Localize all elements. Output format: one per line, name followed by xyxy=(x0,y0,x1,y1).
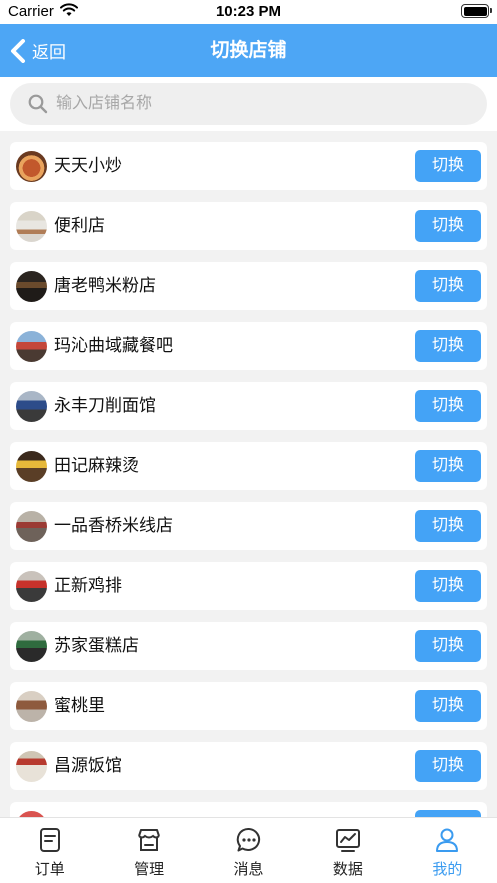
switch-store-button[interactable]: 切换 xyxy=(415,150,481,182)
store-avatar xyxy=(16,151,47,182)
store-avatar xyxy=(16,571,47,602)
store-row[interactable]: 田记麻辣烫 切换 xyxy=(10,442,487,490)
store-name: 正新鸡排 xyxy=(54,576,122,595)
switch-store-button[interactable]: 切换 xyxy=(415,210,481,242)
switch-store-button[interactable]: 切换 xyxy=(415,510,481,542)
store-avatar xyxy=(16,631,47,662)
tab-label: 数据 xyxy=(332,861,363,878)
switch-store-button[interactable]: 切换 xyxy=(415,690,481,722)
store-name: 田记麻辣烫 xyxy=(54,456,139,475)
store-row[interactable]: 昌源饭馆 切换 xyxy=(10,742,487,790)
tab-data[interactable]: 数据 xyxy=(298,818,397,883)
search-input[interactable] xyxy=(56,83,476,125)
switch-store-button[interactable]: 切换 xyxy=(415,330,481,362)
store-name: 苏家蛋糕店 xyxy=(54,636,139,655)
store-name: 便利店 xyxy=(54,216,105,235)
store-row[interactable]: 苏家蛋糕店 切换 xyxy=(10,622,487,670)
store-avatar xyxy=(16,211,47,242)
tab-label: 我的 xyxy=(432,861,463,878)
search-area xyxy=(0,77,497,131)
store-name: 蜜桃里 xyxy=(54,696,105,715)
store-name: 玛沁曲域藏餐吧 xyxy=(54,336,173,355)
switch-store-button[interactable]: 切换 xyxy=(415,630,481,662)
switch-store-button[interactable]: 切换 xyxy=(415,570,481,602)
tab-bar: 订单 管理 消息 数据 我的 xyxy=(0,817,497,883)
status-bar: Carrier 10:23 PM xyxy=(0,0,497,24)
store-row[interactable]: 天天小炒 切换 xyxy=(10,142,487,190)
store-avatar xyxy=(16,691,47,722)
store-name: 唐老鸭米粉店 xyxy=(54,276,156,295)
store-row[interactable]: 一品香桥米线店 切换 xyxy=(10,502,487,550)
tab-label: 订单 xyxy=(34,861,65,878)
store-row[interactable]: 便利店 切换 xyxy=(10,202,487,250)
store-manage-icon xyxy=(138,829,161,851)
search-icon xyxy=(28,94,48,114)
navigation-bar: 返回 切换店铺 xyxy=(0,24,497,77)
switch-store-button[interactable]: 切换 xyxy=(415,450,481,482)
store-row[interactable]: 蜜桃里 切换 xyxy=(10,682,487,730)
store-avatar xyxy=(16,271,47,302)
store-name: 昌源饭馆 xyxy=(54,756,122,775)
store-name: 一品香桥米线店 xyxy=(54,516,173,535)
switch-store-button[interactable]: 切换 xyxy=(415,270,481,302)
store-avatar xyxy=(16,751,47,782)
tab-orders[interactable]: 订单 xyxy=(0,818,99,883)
switch-store-button[interactable]: 切换 xyxy=(415,750,481,782)
battery-icon xyxy=(461,4,492,18)
store-avatar xyxy=(16,511,47,542)
order-icon xyxy=(39,828,60,852)
switch-store-button[interactable] xyxy=(415,810,481,817)
store-row[interactable]: 永丰刀削面馆 切换 xyxy=(10,382,487,430)
store-name: 永丰刀削面馆 xyxy=(54,396,156,415)
tab-label: 消息 xyxy=(233,861,264,878)
store-row[interactable]: 正新鸡排 切换 xyxy=(10,562,487,610)
store-row[interactable]: 玛沁曲域藏餐吧 切换 xyxy=(10,322,487,370)
tab-label: 管理 xyxy=(134,861,165,878)
tab-profile[interactable]: 我的 xyxy=(398,818,497,883)
store-avatar xyxy=(16,451,47,482)
tab-messages[interactable]: 消息 xyxy=(199,818,298,883)
switch-store-button[interactable]: 切换 xyxy=(415,390,481,422)
store-list: 天天小炒 切换 便利店 切换 唐老鸭米粉店 切换 玛沁曲域藏餐吧 切换 永丰刀削… xyxy=(10,142,487,817)
search-box[interactable] xyxy=(10,83,487,125)
status-time: 10:23 PM xyxy=(215,3,282,20)
store-avatar xyxy=(16,391,47,422)
tab-manage[interactable]: 管理 xyxy=(99,818,198,883)
message-icon xyxy=(236,827,260,852)
data-chart-icon xyxy=(335,829,360,852)
profile-icon xyxy=(436,828,459,852)
store-row[interactable] xyxy=(10,802,487,817)
page-title: 切换店铺 xyxy=(210,40,287,61)
store-avatar xyxy=(16,331,47,362)
store-row[interactable]: 唐老鸭米粉店 切换 xyxy=(10,262,487,310)
store-name: 天天小炒 xyxy=(54,156,122,175)
